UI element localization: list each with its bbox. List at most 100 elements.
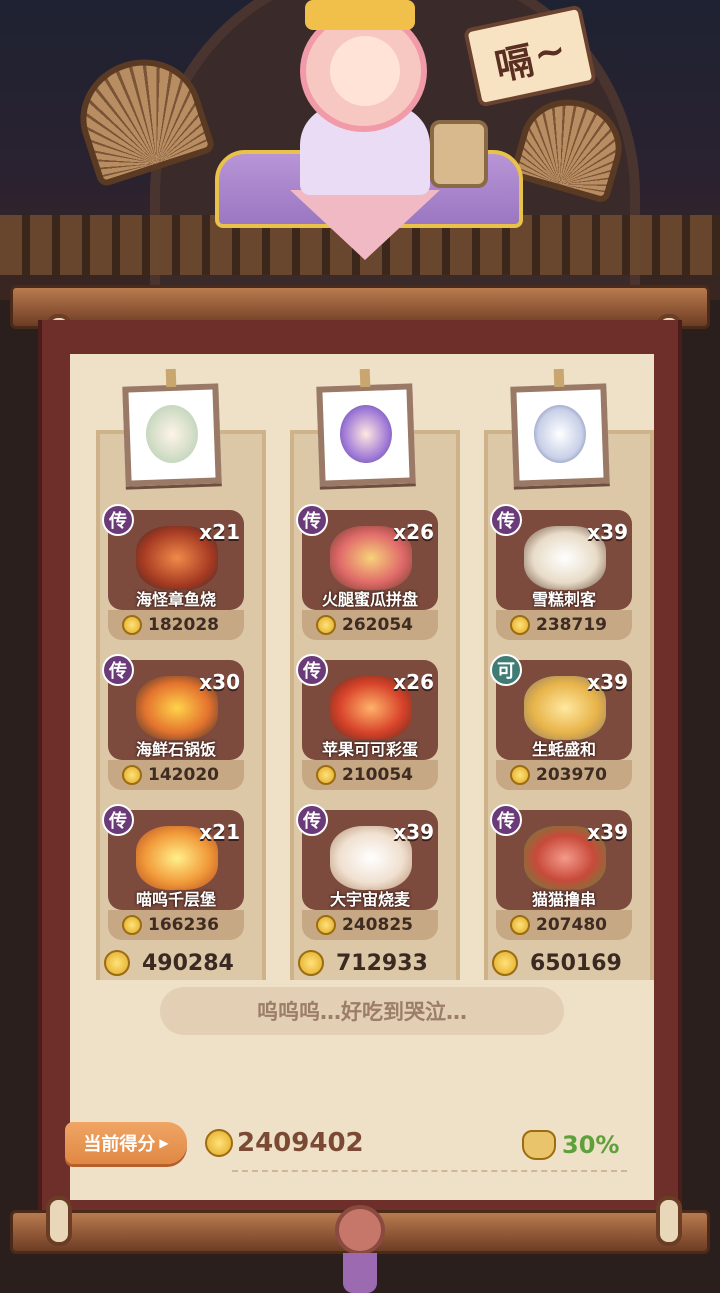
dish-card[interactable]: 传 x26 火腿蜜瓜拼盘 262054 [296, 504, 438, 640]
current-score-value: 2409402 [237, 1128, 364, 1158]
dish-coin-bar: 262054 [302, 610, 438, 640]
coin-icon [510, 765, 530, 785]
dish-card[interactable]: 传 x39 大宇宙烧麦 240825 [296, 804, 438, 940]
column-total: 712933 [294, 950, 464, 976]
dish-coins: 182028 [148, 615, 219, 635]
rarity-badge: 传 [102, 504, 134, 536]
dish-name: 海怪章鱼烧 [135, 590, 216, 609]
scroll-knob [656, 1196, 682, 1246]
coin-icon [122, 915, 142, 935]
scroll-knob [46, 1196, 72, 1246]
rarity-badge: 传 [296, 804, 328, 836]
burp-sign-tail: ~ [529, 27, 570, 77]
dish-coins: 207480 [536, 915, 607, 935]
dish-count: x21 [199, 820, 240, 844]
dish-count: x26 [393, 520, 434, 544]
dish-coin-bar: 240825 [302, 910, 438, 940]
rarity-badge: 传 [296, 504, 328, 536]
dish-count: x39 [587, 520, 628, 544]
column-total: 490284 [100, 950, 270, 976]
coin-icon [316, 615, 336, 635]
pin-icon [553, 368, 565, 388]
chinese-knot-icon [335, 1205, 385, 1255]
dish-count: x39 [587, 670, 628, 694]
character-face [330, 36, 400, 106]
crown-icon [305, 0, 415, 30]
rarity-badge: 传 [490, 504, 522, 536]
dish-coins: 240825 [342, 915, 413, 935]
dish-name: 大宇宙烧麦 [329, 890, 410, 909]
dish-count: x39 [393, 820, 434, 844]
rarity-badge: 传 [102, 654, 134, 686]
rarity-badge: 传 [296, 654, 328, 686]
dish-card[interactable]: 可 x39 生蚝盛和 203970 [490, 654, 632, 790]
dish-coin-bar: 142020 [108, 760, 244, 790]
dish-coins: 142020 [148, 765, 219, 785]
reaction-bubble: 呜呜呜…好吃到哭泣… [160, 987, 564, 1035]
coin-icon [122, 765, 142, 785]
character-portrait-1[interactable] [122, 368, 222, 487]
tassel-ornament [325, 1205, 395, 1293]
money-bag-icon [522, 1130, 556, 1160]
silver-hair-portrait-icon [532, 404, 587, 464]
dish-coin-bar: 203970 [496, 760, 632, 790]
elf-warrior-portrait-icon [144, 404, 199, 464]
dish-name: 喵呜千层堡 [135, 890, 216, 909]
coin-icon [298, 950, 324, 976]
coin-icon [510, 615, 530, 635]
dish-count: x39 [587, 820, 628, 844]
dish-card[interactable]: 传 x30 海鲜石锅饭 142020 [102, 654, 244, 790]
current-score: 2409402 [205, 1128, 364, 1158]
dish-name: 海鲜石锅饭 [135, 740, 216, 759]
dish-count: x21 [199, 520, 240, 544]
dish-coin-bar: 182028 [108, 610, 244, 640]
dish-coin-bar: 210054 [302, 760, 438, 790]
dish-count: x26 [393, 670, 434, 694]
dish-card[interactable]: 传 x26 苹果可可彩蛋 210054 [296, 654, 438, 790]
coin-icon [122, 615, 142, 635]
column-total: 650169 [488, 950, 658, 976]
dish-name: 苹果可可彩蛋 [321, 740, 418, 759]
purple-mage-portrait-icon [338, 404, 393, 464]
pin-icon [165, 368, 177, 388]
rarity-badge: 传 [490, 804, 522, 836]
dish-name: 生蚝盛和 [531, 740, 596, 759]
dish-coins: 166236 [148, 915, 219, 935]
dish-card[interactable]: 传 x21 海怪章鱼烧 182028 [102, 504, 244, 640]
coin-icon [492, 950, 518, 976]
stacked-bowls-icon [430, 120, 488, 188]
character-portrait-2[interactable] [316, 368, 416, 487]
dish-card[interactable]: 传 x21 喵呜千层堡 166236 [102, 804, 244, 940]
score-divider [232, 1170, 627, 1172]
play-arrow-icon: ▶ [159, 1136, 169, 1150]
coin-icon [510, 915, 530, 935]
coin-icon [104, 950, 130, 976]
dish-card[interactable]: 传 x39 雪糕刺客 238719 [490, 504, 632, 640]
coin-icon [205, 1129, 233, 1157]
pin-icon [359, 368, 371, 388]
column-total-value: 650169 [530, 950, 622, 976]
dish-coins: 238719 [536, 615, 607, 635]
dish-name: 火腿蜜瓜拼盘 [321, 590, 418, 609]
dish-coins: 210054 [342, 765, 413, 785]
coin-icon [316, 915, 336, 935]
dish-coin-bar: 238719 [496, 610, 632, 640]
bonus-percent-value: 30% [562, 1131, 620, 1159]
dish-name: 猫猫撸串 [531, 890, 596, 909]
dish-coin-bar: 207480 [496, 910, 632, 940]
dish-count: x30 [199, 670, 240, 694]
dish-card[interactable]: 传 x39 猫猫撸串 207480 [490, 804, 632, 940]
character-scene: 嗝 ~ [0, 0, 720, 300]
dish-coins: 203970 [536, 765, 607, 785]
current-score-label-text: 当前得分 [83, 1134, 156, 1155]
current-score-label: 当前得分 ▶ [65, 1122, 187, 1164]
character-portrait-3[interactable] [510, 368, 610, 487]
coin-icon [316, 765, 336, 785]
column-total-value: 490284 [142, 950, 234, 976]
tassel-tail [343, 1253, 377, 1293]
dish-coin-bar: 166236 [108, 910, 244, 940]
dish-coins: 262054 [342, 615, 413, 635]
column-total-value: 712933 [336, 950, 428, 976]
bonus-percent: 30% [522, 1130, 619, 1160]
rarity-badge: 传 [102, 804, 134, 836]
